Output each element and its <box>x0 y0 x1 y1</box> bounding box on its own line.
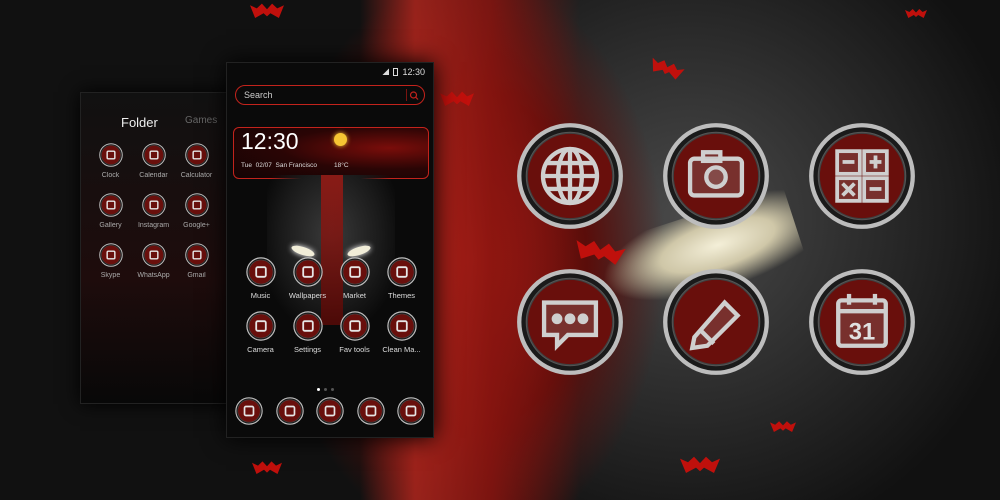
home-app-settings[interactable]: Settings <box>284 311 331 354</box>
app-label: Wallpapers <box>288 291 327 300</box>
widget-date: Tue 02/07 San Francisco <box>241 162 318 169</box>
apps-drawer-icon[interactable] <box>316 397 344 425</box>
search-input[interactable] <box>244 88 394 102</box>
page-indicator <box>315 378 336 396</box>
widget-time: 12:30 <box>241 128 299 154</box>
camera-icon <box>245 311 276 341</box>
calculator-icon <box>184 143 209 167</box>
widget-temperature: 18°C <box>334 162 349 169</box>
folder-app-grid: Clock Calendar Calculator Pow <box>89 143 252 279</box>
folder-app-google-[interactable]: Google+ <box>175 193 218 229</box>
app-label: Clean Ma... <box>382 345 421 354</box>
instagram-icon <box>141 193 166 217</box>
app-label: Themes <box>387 291 416 300</box>
folder-app-clock[interactable]: Clock <box>89 143 132 179</box>
search-icon[interactable] <box>406 89 419 101</box>
bat-decoration <box>905 9 927 18</box>
calendar-icon: 31 <box>808 268 916 376</box>
theme-preview: ▴ ▮ Folder Games Clock Calendar <box>0 0 1000 500</box>
bat-decoration <box>770 421 796 432</box>
notes-icon <box>662 268 770 376</box>
app-label: Settings <box>293 345 322 354</box>
contacts-icon[interactable] <box>275 397 304 425</box>
wallpapers-icon <box>292 257 323 287</box>
gmail-icon <box>184 243 209 267</box>
status-time: 12:30 <box>402 67 425 77</box>
clean-master-icon <box>386 311 417 341</box>
phone-icon[interactable] <box>235 397 263 425</box>
clock-weather-widget[interactable]: 12:30 Tue 02/07 San Francisco 18°C <box>233 127 429 179</box>
fav-tools-icon <box>339 311 370 341</box>
home-app-themes[interactable]: Themes <box>378 257 425 300</box>
sun-icon <box>334 133 347 146</box>
bat-decoration <box>250 3 284 18</box>
calendar-icon <box>141 143 166 167</box>
app-label: WhatsApp <box>137 272 170 279</box>
gallery-icon <box>98 193 123 217</box>
globe-icon <box>516 122 624 230</box>
app-label: Camera <box>247 345 274 354</box>
folder-app-gmail[interactable]: Gmail <box>175 243 218 279</box>
home-app-music[interactable]: Music <box>237 257 284 300</box>
bat-decoration <box>680 456 720 473</box>
folder-title: Folder <box>121 115 158 130</box>
app-label: Calculator <box>180 172 213 179</box>
app-label: Clock <box>101 172 120 179</box>
home-app-market[interactable]: Market <box>331 257 378 300</box>
home-app-camera[interactable]: Camera <box>237 311 284 354</box>
folder-app-skype[interactable]: Skype <box>89 243 132 279</box>
market-icon <box>339 257 370 287</box>
folder-tab-games[interactable]: Games <box>185 115 217 126</box>
folder-app-gallery[interactable]: Gallery <box>89 193 132 229</box>
app-label: Gmail <box>187 272 206 279</box>
app-label: Music <box>250 291 271 300</box>
camera-icon <box>662 122 770 230</box>
bat-decoration <box>648 55 685 82</box>
app-label: Skype <box>100 272 121 279</box>
message-icon <box>516 268 624 376</box>
folder-phone-screen: ▴ ▮ Folder Games Clock Calendar <box>80 92 252 404</box>
calculator-icon <box>808 122 916 230</box>
folder-app-calendar[interactable]: Calendar <box>132 143 175 179</box>
app-label: Market <box>343 291 366 300</box>
folder-app-calculator[interactable]: Calculator <box>175 143 218 179</box>
home-app-clean-ma-[interactable]: Clean Ma... <box>378 311 425 354</box>
bat-decoration <box>252 461 282 474</box>
home-app-grid: Music Wallpapers Market Themes Camera Se… <box>237 257 425 354</box>
app-label: Calendar <box>139 172 168 179</box>
status-bar: 12:30 <box>382 67 425 77</box>
folder-app-whatsapp[interactable]: WhatsApp <box>132 243 175 279</box>
folder-app-instagram[interactable]: Instagram <box>132 193 175 229</box>
messages-icon[interactable] <box>356 397 385 425</box>
dock <box>235 397 425 425</box>
music-icon <box>245 257 276 287</box>
settings-icon <box>292 311 323 341</box>
app-label: Google+ <box>183 222 210 229</box>
svg-text:31: 31 <box>849 318 875 345</box>
battery-icon <box>393 68 399 76</box>
app-label: Gallery <box>99 222 122 229</box>
home-phone-screen: 12:30 12:30 Tue 02/07 San Francisco 18°C <box>226 62 434 438</box>
home-app-fav-tools[interactable]: Fav tools <box>331 311 378 354</box>
googleplus-icon <box>184 193 209 217</box>
clock-icon <box>98 143 123 167</box>
whatsapp-icon <box>141 243 166 267</box>
themes-icon <box>386 257 417 287</box>
signal-icon <box>382 68 390 75</box>
home-app-wallpapers[interactable]: Wallpapers <box>284 257 331 300</box>
skype-icon <box>98 243 123 267</box>
browser-icon[interactable] <box>397 397 425 425</box>
search-bar[interactable] <box>235 85 425 105</box>
app-label: Instagram <box>137 222 170 229</box>
app-label: Fav tools <box>339 345 370 354</box>
